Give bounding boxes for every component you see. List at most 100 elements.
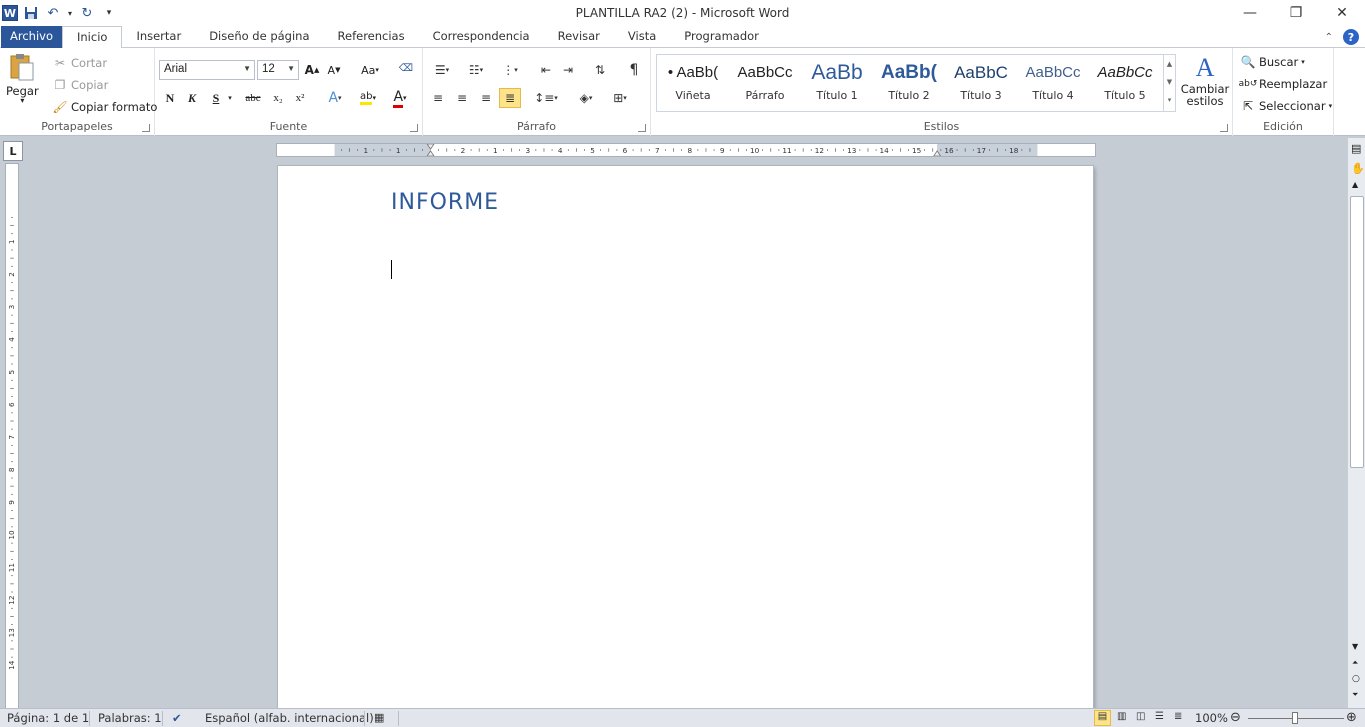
italic-button[interactable]: K — [181, 88, 203, 108]
tab-programador[interactable]: Programador — [670, 26, 773, 48]
style-vineta[interactable]: • AaBb(Viñeta — [657, 55, 729, 111]
shrink-font-button[interactable]: A ▼ — [323, 60, 345, 80]
underline-dropdown-icon[interactable]: ▾ — [225, 88, 235, 108]
find-button[interactable]: 🔍 Buscar ▾ — [1240, 54, 1305, 70]
horizontal-ruler[interactable]: 1 1 2 1 3 4 5 6 7 8 9 10 11 12 13 14 15 16 17 18 — [276, 143, 1096, 157]
zoom-in-icon[interactable]: ⊕ — [1346, 710, 1357, 725]
format-painter-button[interactable]: 🖌 Copiar formato — [52, 99, 157, 115]
vertical-ruler[interactable]: 1234567891011121314 — [5, 163, 19, 708]
select-button[interactable]: ⇱ Seleccionar ▾ — [1240, 98, 1332, 114]
scroll-down-icon[interactable]: ▼ — [1164, 73, 1175, 91]
font-name-combo[interactable]: Arial ▼ — [159, 60, 255, 80]
align-right-icon[interactable]: ≡ — [475, 88, 497, 108]
superscript-button[interactable]: x² — [289, 88, 311, 108]
styles-scroll[interactable]: ▲ ▼ ▾ — [1163, 55, 1175, 111]
align-center-icon[interactable]: ≡ — [451, 88, 473, 108]
browse-object-icon[interactable]: ○ — [1352, 674, 1360, 684]
language-indicator[interactable]: Español (alfab. internacional) — [205, 711, 374, 725]
dialog-launcher-icon[interactable] — [638, 124, 646, 132]
group-label: Portapapeles — [41, 120, 113, 133]
scroll-thumb[interactable] — [1350, 196, 1364, 468]
previous-page-icon[interactable]: ⏶ — [1352, 658, 1358, 668]
multilevel-list-icon[interactable]: ⋮ ▾ — [495, 60, 525, 80]
style-preview: AaBbCc — [1025, 64, 1081, 81]
sort-icon[interactable]: ⇅ — [589, 60, 611, 80]
next-page-icon[interactable]: ⏷ — [1352, 690, 1358, 700]
decrease-indent-icon[interactable]: ⇤ — [535, 60, 557, 80]
style-titulo-2[interactable]: AaBb(Título 2 — [873, 55, 945, 111]
pan-icon[interactable]: ✋ — [1351, 162, 1365, 175]
font-size-combo[interactable]: 12 ▼ — [257, 60, 299, 80]
clear-format-icon[interactable]: ⌫ — [395, 58, 417, 78]
borders-icon[interactable]: ⊞ ▾ — [605, 88, 635, 108]
scroll-down-icon[interactable]: ▼ — [1352, 642, 1358, 651]
highlight-button[interactable]: ab ▾ — [353, 88, 383, 108]
document-heading[interactable]: INFORME — [391, 190, 499, 215]
replace-button[interactable]: ab↺ Reemplazar — [1238, 76, 1328, 92]
numbering-icon[interactable]: ☷ ▾ — [461, 60, 491, 80]
tab-selector[interactable]: L — [3, 141, 23, 161]
tab-vista[interactable]: Vista — [614, 26, 670, 48]
print-layout-icon[interactable]: ▤ — [1094, 710, 1111, 726]
dialog-launcher-icon[interactable] — [410, 124, 418, 132]
font-color-button[interactable]: A ▾ — [385, 88, 415, 108]
line-spacing-icon[interactable]: ↕≡ ▾ — [531, 88, 561, 108]
increase-indent-icon[interactable]: ⇥ — [557, 60, 579, 80]
vertical-scrollbar[interactable]: ▤ ✋ ▲ ▼ ⏶ ○ ⏷ — [1347, 138, 1365, 708]
replace-icon: ab↺ — [1238, 79, 1258, 89]
web-layout-icon[interactable]: ◫ — [1136, 711, 1145, 722]
full-screen-reading-icon[interactable]: ▥ — [1117, 711, 1126, 722]
zoom-slider-handle[interactable] — [1292, 712, 1298, 724]
style-titulo-3[interactable]: AaBbC Título 3 — [945, 55, 1017, 111]
tab-archivo[interactable]: Archivo — [1, 26, 62, 48]
tab-correspondencia[interactable]: Correspondencia — [419, 26, 544, 48]
dialog-launcher-icon[interactable] — [1220, 124, 1228, 132]
document-page[interactable]: INFORME — [278, 166, 1093, 711]
close-icon[interactable]: ✕ — [1319, 0, 1365, 26]
style-titulo-4[interactable]: AaBbCc Título 4 — [1017, 55, 1089, 111]
zoom-level[interactable]: 100% — [1195, 711, 1228, 725]
word-count[interactable]: Palabras: 1 — [98, 711, 162, 725]
tab-revisar[interactable]: Revisar — [544, 26, 614, 48]
justify-icon[interactable]: ≣ — [499, 88, 521, 108]
copy-button[interactable]: ❐ Copiar — [52, 77, 109, 93]
scroll-up-icon[interactable]: ▲ — [1352, 180, 1358, 189]
tab-diseno-pagina[interactable]: Diseño de página — [195, 26, 323, 48]
shading-icon[interactable]: ◈ ▾ — [571, 88, 601, 108]
page-count[interactable]: Página: 1 de 1 — [7, 711, 89, 725]
change-styles-button[interactable]: A Cambiar estilos — [1181, 54, 1230, 108]
tab-insertar[interactable]: Insertar — [122, 26, 195, 48]
tab-inicio[interactable]: Inicio — [62, 26, 123, 49]
scroll-up-icon[interactable]: ▲ — [1164, 55, 1175, 73]
grow-font-button[interactable]: A ▲ — [301, 60, 323, 80]
change-case-button[interactable]: Aa ▾ — [355, 60, 385, 80]
style-titulo-5[interactable]: AaBbCc Título 5 — [1089, 55, 1161, 111]
select-label: Seleccionar — [1259, 99, 1326, 113]
cut-button[interactable]: ✂ Cortar — [52, 55, 107, 71]
zoom-out-icon[interactable]: ⊖ — [1230, 710, 1241, 725]
paste-dropdown-icon[interactable]: ▾ — [20, 96, 24, 105]
text-effects-button[interactable]: A ▾ — [321, 88, 349, 108]
align-left-icon[interactable]: ≡ — [427, 88, 449, 108]
more-styles-icon[interactable]: ▾ — [1164, 91, 1175, 109]
restore-icon[interactable]: ❐ — [1273, 0, 1319, 26]
bullets-icon[interactable]: ☰ ▾ — [427, 60, 457, 80]
help-icon[interactable]: ? — [1343, 29, 1359, 45]
show-formatting-icon[interactable]: ¶ — [623, 60, 645, 80]
strikethrough-button[interactable]: abc — [239, 88, 267, 108]
macro-record-icon[interactable]: ▦ — [374, 711, 384, 724]
bold-button[interactable]: N — [159, 88, 181, 108]
subscript-button[interactable]: x₂ — [267, 88, 289, 108]
minimize-ribbon-icon[interactable]: ⌃ — [1325, 32, 1333, 43]
draft-view-icon[interactable]: ≣ — [1174, 711, 1182, 722]
ruler-toggle-icon[interactable]: ▤ — [1351, 142, 1361, 155]
minimize-icon[interactable]: — — [1227, 0, 1273, 26]
underline-button[interactable]: S — [205, 88, 227, 108]
paste-button[interactable]: Pegar ▾ — [6, 52, 39, 105]
dialog-launcher-icon[interactable] — [142, 124, 150, 132]
proofing-icon[interactable]: ✔ — [172, 711, 182, 725]
outline-view-icon[interactable]: ☰ — [1155, 711, 1164, 722]
style-parrafo[interactable]: AaBbCc Párrafo — [729, 55, 801, 111]
tab-referencias[interactable]: Referencias — [324, 26, 419, 48]
style-titulo-1[interactable]: AaBb Título 1 — [801, 55, 873, 111]
